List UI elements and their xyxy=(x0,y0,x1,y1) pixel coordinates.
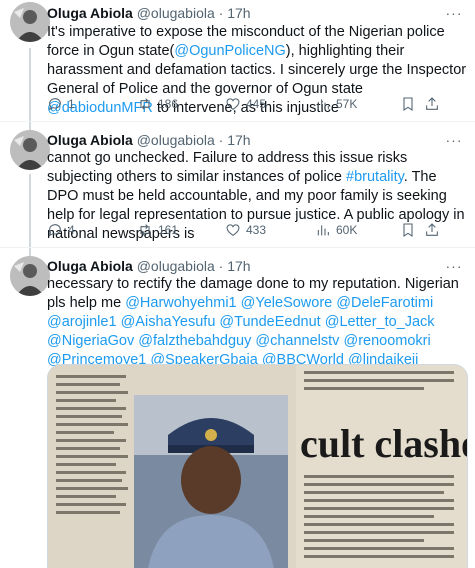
views-count: 60K xyxy=(336,223,358,237)
reply-count: 1 xyxy=(68,97,75,111)
share-icon xyxy=(426,223,438,236)
newspaper-headline: cult clashes clain xyxy=(300,421,468,466)
mention-link[interactable]: @channelstv xyxy=(255,333,339,349)
tweet-header: Oluga Abiola @olugabiola · 17h xyxy=(47,131,251,149)
separator-dot: · xyxy=(218,258,224,274)
like-button[interactable]: 445 xyxy=(225,94,266,114)
newspaper-photo: cult clashes clain xyxy=(48,365,468,568)
tweet-header: Oluga Abiola @olugabiola · 17h xyxy=(47,257,251,275)
like-count: 433 xyxy=(246,223,267,237)
views-chart-icon xyxy=(317,99,329,110)
share-button[interactable] xyxy=(424,94,440,114)
retweet-icon xyxy=(140,98,150,110)
tweet-media-image[interactable]: cult clashes clain xyxy=(47,364,468,568)
mention-link[interactable]: @TundeEednut xyxy=(219,314,320,330)
avatar[interactable] xyxy=(10,2,50,42)
retweet-count: 161 xyxy=(158,223,179,237)
mention-link[interactable]: @NigeriaGov xyxy=(47,333,134,349)
timestamp[interactable]: 17h xyxy=(227,5,250,21)
user-handle[interactable]: @olugabiola xyxy=(137,132,215,148)
hashtag-link[interactable]: #brutality xyxy=(346,169,404,185)
retweet-icon xyxy=(140,224,150,236)
views-button[interactable]: 57K xyxy=(315,94,357,114)
separator-dot: · xyxy=(218,132,224,148)
reply-icon xyxy=(48,98,61,111)
views-button[interactable]: 60K xyxy=(315,220,357,240)
bookmark-button[interactable] xyxy=(400,220,416,240)
avatar[interactable] xyxy=(10,130,50,170)
heart-icon xyxy=(226,98,240,110)
mention-link[interactable]: @Harwohyehmi1 xyxy=(125,295,236,311)
retweet-button[interactable]: 161 xyxy=(137,220,178,240)
tweet-text: necessary to rectify the damage done to … xyxy=(47,275,467,370)
timestamp[interactable]: 17h xyxy=(227,132,250,148)
display-name[interactable]: Oluga Abiola xyxy=(47,132,133,148)
share-icon xyxy=(426,97,438,110)
mention-link[interactable]: @renoomokri xyxy=(343,333,430,349)
heart-icon xyxy=(226,224,240,236)
retweet-count: 186 xyxy=(158,97,179,111)
like-count: 445 xyxy=(246,97,267,111)
more-dots-icon[interactable]: ··· xyxy=(445,6,463,24)
share-button[interactable] xyxy=(424,220,440,240)
mention-link[interactable]: @OgunPoliceNG xyxy=(174,43,285,59)
views-count: 57K xyxy=(336,97,358,111)
tweet-actions: 1 186 445 57K xyxy=(47,94,465,114)
display-name[interactable]: Oluga Abiola xyxy=(47,258,133,274)
reply-count: 4 xyxy=(68,223,75,237)
tweet[interactable]: Oluga Abiola @olugabiola · 17h ··· neces… xyxy=(0,248,475,568)
tweet-header: Oluga Abiola @olugabiola · 17h xyxy=(47,4,251,22)
mention-link[interactable]: @AishaYesufu xyxy=(121,314,216,330)
bookmark-icon xyxy=(403,223,413,237)
mention-link[interactable]: @arojinle1 xyxy=(47,314,117,330)
avatar[interactable] xyxy=(10,256,50,296)
retweet-button[interactable]: 186 xyxy=(137,94,178,114)
separator-dot: · xyxy=(218,5,224,21)
bookmark-icon xyxy=(403,97,413,111)
mention-link[interactable]: @DeleFarotimi xyxy=(336,295,433,311)
views-chart-icon xyxy=(317,225,329,236)
tweet-actions: 4 161 433 60K xyxy=(47,220,465,240)
bookmark-button[interactable] xyxy=(400,94,416,114)
tweet-text-segment: necessary to rectify the damage done to … xyxy=(47,276,401,292)
display-name[interactable]: Oluga Abiola xyxy=(47,5,133,21)
reply-button[interactable]: 1 xyxy=(47,94,75,114)
tweet[interactable]: Oluga Abiola @olugabiola · 17h ··· canno… xyxy=(0,122,475,248)
mention-link[interactable]: @falzthebahdguy xyxy=(138,333,251,349)
reply-icon xyxy=(48,224,61,237)
mention-link[interactable]: @Letter_to_Jack xyxy=(325,314,435,330)
mention-link[interactable]: @YeleSowore xyxy=(241,295,333,311)
tweet[interactable]: Oluga Abiola @olugabiola · 17h ··· It's … xyxy=(0,0,475,122)
timestamp[interactable]: 17h xyxy=(227,258,250,274)
reply-button[interactable]: 4 xyxy=(47,220,75,240)
user-handle[interactable]: @olugabiola xyxy=(137,5,215,21)
like-button[interactable]: 433 xyxy=(225,220,266,240)
user-handle[interactable]: @olugabiola xyxy=(137,258,215,274)
